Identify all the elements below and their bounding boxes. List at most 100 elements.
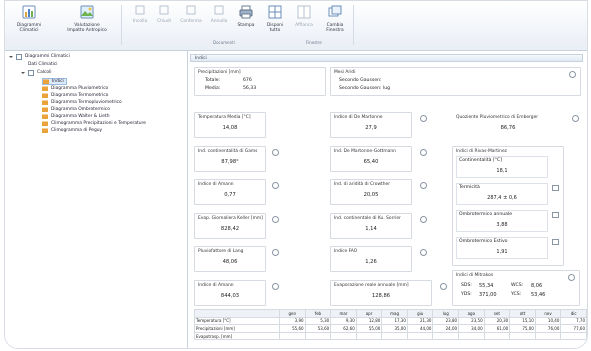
info-icon[interactable] bbox=[440, 283, 447, 290]
table-cell[interactable]: 23,80 bbox=[432, 316, 460, 326]
table-cell[interactable]: 61,00 bbox=[483, 324, 511, 333]
chiudi-button[interactable]: Chiudi bbox=[153, 5, 175, 24]
mesi-aridi-row: Secondo Gaussen: bbox=[339, 78, 382, 83]
info-icon[interactable] bbox=[272, 216, 279, 223]
info-icon[interactable] bbox=[420, 115, 427, 122]
info-icon[interactable] bbox=[420, 249, 427, 256]
table-cell[interactable] bbox=[509, 331, 536, 341]
table-cell[interactable] bbox=[381, 331, 408, 341]
ribbon-separator bbox=[121, 5, 122, 45]
table-cell[interactable]: 10,40 bbox=[534, 316, 562, 326]
card-value: 65,40 bbox=[363, 159, 379, 165]
checkbox[interactable] bbox=[552, 185, 559, 191]
amann-2-card: Indice di Amann 844,03 bbox=[194, 280, 279, 306]
tree-item-diagramma-termopluviometrico[interactable]: Diagramma Termopluviometrico bbox=[42, 100, 122, 105]
table-cell[interactable]: 15,10 bbox=[509, 316, 536, 326]
tree-item-diagramma-termometrico[interactable]: Diagramma Termometrico bbox=[42, 93, 108, 98]
table-cell[interactable]: 17,30 bbox=[381, 316, 408, 326]
tree-item-diagramma-pluviometrico[interactable]: Diagramma Pluviometrico bbox=[42, 86, 108, 91]
stampa-button[interactable]: Stampa bbox=[234, 5, 258, 28]
folder-icon bbox=[42, 114, 48, 119]
checkbox[interactable] bbox=[552, 239, 559, 245]
table-cell[interactable] bbox=[406, 331, 434, 341]
expand-icon[interactable] bbox=[9, 55, 13, 58]
card-value: 14,08 bbox=[222, 125, 238, 131]
info-icon[interactable] bbox=[272, 149, 279, 156]
table-cell[interactable]: 77,60 bbox=[560, 324, 587, 333]
card-value: 0,77 bbox=[224, 192, 236, 198]
table-cell[interactable]: 3,90 bbox=[279, 316, 306, 326]
table-cell[interactable]: 34,00 bbox=[458, 324, 485, 333]
info-icon[interactable] bbox=[420, 216, 427, 223]
table-cell[interactable]: 5,30 bbox=[304, 316, 332, 326]
tree-item-indici[interactable]: Indici bbox=[42, 78, 67, 85]
card-label: Temperatura Media [°C] bbox=[198, 115, 251, 120]
lang-card: Pluviofattore di Lang 48,06 bbox=[194, 246, 279, 272]
conferma-button[interactable]: Conferma bbox=[177, 5, 205, 24]
table-cell[interactable]: 75,00 bbox=[509, 324, 536, 333]
tree-item-climogramma-precipitazioni[interactable]: Climogramma Precipitazioni e Temperature bbox=[42, 121, 146, 126]
table-cell[interactable]: 9,30 bbox=[330, 316, 357, 326]
tree-item-label: Diagrammi Climatici bbox=[25, 54, 70, 59]
tree-item-diagramma-ombrotermico[interactable]: Diagramma Ombrotermico bbox=[42, 107, 110, 112]
tree-item-dati-climatici[interactable]: Dati Climatici bbox=[28, 62, 57, 67]
table-cell[interactable] bbox=[304, 331, 332, 341]
ombrotermico-annuale-card: Ombrotermico annuale 3,88 bbox=[456, 210, 548, 232]
checkbox[interactable] bbox=[552, 212, 559, 218]
table-cell[interactable]: 55,00 bbox=[355, 324, 383, 333]
table-cell[interactable]: 21,30 bbox=[406, 316, 434, 326]
info-icon[interactable] bbox=[272, 249, 279, 256]
table-cell[interactable]: 44,00 bbox=[406, 324, 434, 333]
table-cell[interactable] bbox=[432, 331, 460, 341]
info-icon[interactable] bbox=[272, 283, 279, 290]
info-icon[interactable] bbox=[569, 71, 576, 78]
info-icon[interactable] bbox=[272, 182, 279, 189]
table-cell[interactable]: 23,50 bbox=[458, 316, 485, 326]
table-cell[interactable] bbox=[330, 331, 357, 341]
info-icon[interactable] bbox=[420, 149, 427, 156]
cambia-finestra-button[interactable]: Cambia Finestra bbox=[321, 5, 349, 34]
table-cell[interactable]: 62,60 bbox=[330, 324, 357, 333]
yds-label: YDS: bbox=[461, 292, 472, 297]
table-cell[interactable] bbox=[458, 331, 485, 341]
info-icon[interactable] bbox=[420, 182, 427, 189]
folder-icon bbox=[42, 93, 48, 98]
tree-item-diagramma-walter-lieth[interactable]: Diagramma Walter & Lieth bbox=[42, 114, 110, 119]
media-label: Media: bbox=[205, 86, 221, 91]
info-icon[interactable] bbox=[568, 274, 575, 281]
card-label: Ombrotermico Estivo bbox=[459, 239, 508, 244]
valutazione-impatto-button[interactable]: Valutazione Impatto Antropico bbox=[61, 5, 113, 34]
navigation-tree: Diagrammi Climatici Dati Climatici Calco… bbox=[5, 51, 188, 348]
table-cell[interactable] bbox=[483, 331, 511, 341]
tile-icon bbox=[263, 5, 287, 21]
expand-icon[interactable] bbox=[21, 71, 25, 74]
annulla-button[interactable]: Annulla bbox=[207, 5, 231, 24]
table-cell[interactable]: 53,60 bbox=[304, 324, 332, 333]
table-cell[interactable]: 12,80 bbox=[355, 316, 383, 326]
chiudi-label: Chiudi bbox=[157, 19, 171, 25]
card-value: 3,88 bbox=[496, 222, 508, 228]
diagrammi-climatici-button[interactable]: Diagrammi Climatici bbox=[11, 5, 47, 34]
tree-item-diagrammi-climatici[interactable]: Diagrammi Climatici bbox=[9, 54, 70, 60]
table-cell[interactable]: 20,30 bbox=[483, 316, 511, 326]
tree-item-calcoli[interactable]: Calcoli bbox=[21, 70, 52, 76]
table-cell[interactable]: 76,00 bbox=[534, 324, 562, 333]
paste-icon bbox=[129, 5, 151, 17]
table-cell[interactable]: 7,70 bbox=[560, 316, 587, 326]
card-value: 1,91 bbox=[496, 249, 508, 255]
table-cell[interactable]: 55,60 bbox=[279, 324, 306, 333]
table-cell[interactable] bbox=[534, 331, 562, 341]
table-cell[interactable] bbox=[355, 331, 383, 341]
table-cell[interactable]: 24,00 bbox=[432, 324, 460, 333]
table-cell[interactable]: 35,00 bbox=[381, 324, 408, 333]
affianca-button[interactable]: Affianca bbox=[291, 5, 317, 28]
tree-item-climogramma-peguy[interactable]: Climogramma di Peguy bbox=[42, 128, 102, 133]
disponi-tutto-button[interactable]: Disponi tutto bbox=[263, 5, 287, 34]
table-cell[interactable] bbox=[279, 331, 306, 341]
folder-icon bbox=[42, 128, 48, 133]
table-cell[interactable] bbox=[560, 331, 587, 341]
folder-icon bbox=[42, 86, 48, 91]
info-icon[interactable] bbox=[572, 115, 579, 122]
incolla-button[interactable]: Incolla bbox=[129, 5, 151, 24]
totale-value: 676 bbox=[243, 78, 252, 83]
